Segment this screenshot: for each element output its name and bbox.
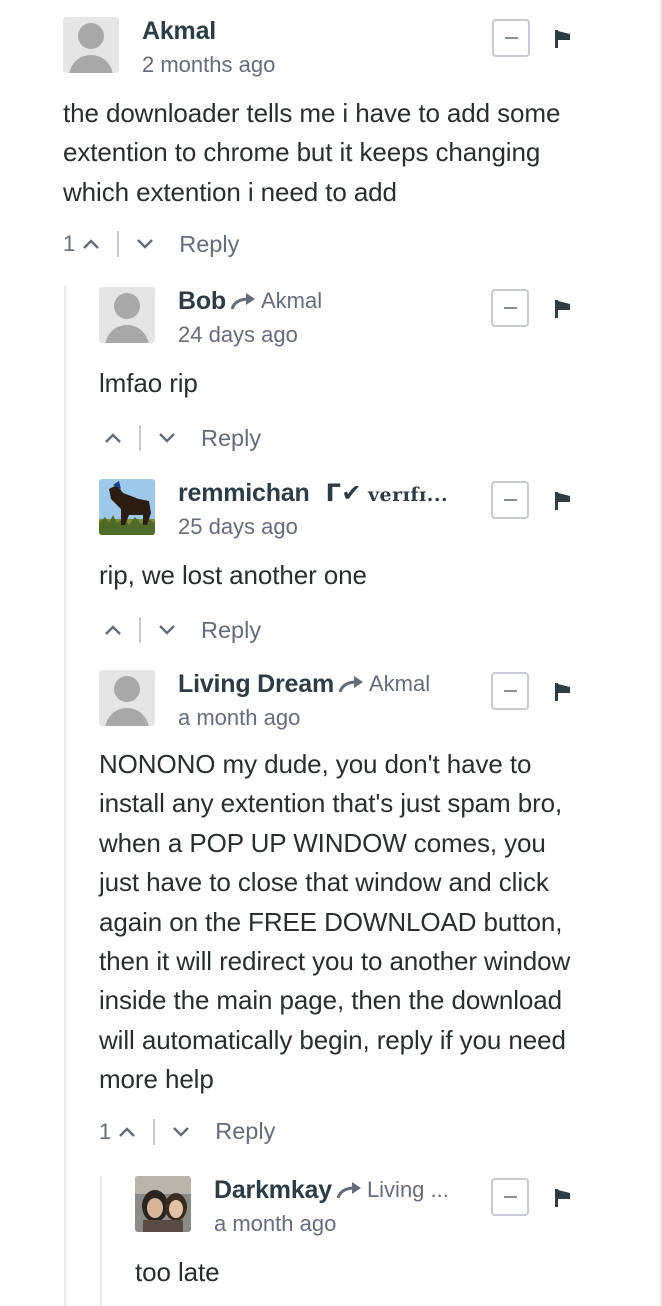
comment-text: the downloader tells me i have to add so… xyxy=(63,98,561,207)
comment-timestamp[interactable]: a month ago xyxy=(178,705,430,731)
downvote-icon[interactable] xyxy=(173,1126,190,1137)
downvote-icon[interactable] xyxy=(159,433,175,444)
comment-author[interactable]: Bob xyxy=(178,287,226,316)
minus-icon xyxy=(504,499,517,501)
comment-living-dream: Living Dream Akmal a month ago NONONO my… xyxy=(99,670,599,1152)
comment-text: rip, we lost another one xyxy=(99,560,367,590)
collapse-button[interactable] xyxy=(492,19,530,57)
comment-akmal: Akmal 2 months ago the downloader tells … xyxy=(63,17,583,264)
comment-timestamp[interactable]: a month ago xyxy=(214,1211,449,1237)
collapse-button[interactable] xyxy=(491,289,529,327)
avatar[interactable] xyxy=(63,17,119,73)
vote-separator xyxy=(153,1118,156,1145)
downvote-icon[interactable] xyxy=(159,625,175,636)
reply-arrow-icon xyxy=(338,676,363,693)
avatar[interactable] xyxy=(99,287,155,343)
verified-badge: Γ✔ verɪfɪ... xyxy=(325,479,449,507)
collapse-button[interactable] xyxy=(491,1178,529,1216)
avatar[interactable] xyxy=(99,670,155,726)
parent-author[interactable]: Living ... xyxy=(367,1177,449,1203)
comment-bob: Bob Akmal 24 days ago lmfao rip Reply xyxy=(99,287,583,458)
comment-darkmkay: Darkmkay Living ... a month ago too late xyxy=(135,1176,583,1292)
thread-line-level-2 xyxy=(100,1176,102,1306)
upvote-icon[interactable] xyxy=(105,625,121,636)
minus-icon xyxy=(504,307,517,309)
thread-line-level-1 xyxy=(64,286,66,1306)
comment-text: NONONO my dude, you don't have to instal… xyxy=(99,749,571,1095)
reply-link[interactable]: Reply xyxy=(201,425,261,452)
collapse-button[interactable] xyxy=(491,481,529,519)
reply-arrow-icon xyxy=(336,1182,361,1199)
upvote-icon[interactable] xyxy=(105,433,121,444)
comment-author[interactable]: remmichan xyxy=(178,479,310,508)
parent-author[interactable]: Akmal xyxy=(261,288,322,314)
vote-count: 1 xyxy=(63,231,76,257)
reply-link[interactable]: Reply xyxy=(179,231,239,258)
comment-text: too late xyxy=(135,1257,220,1287)
avatar[interactable] xyxy=(135,1176,191,1232)
comment-author[interactable]: Darkmkay xyxy=(214,1176,332,1205)
upvote-icon[interactable] xyxy=(83,239,100,250)
comment-author[interactable]: Living Dream xyxy=(178,670,334,699)
flag-icon[interactable] xyxy=(555,683,571,701)
reply-link[interactable]: Reply xyxy=(201,617,261,644)
minus-icon xyxy=(505,37,518,39)
vote-count: 1 xyxy=(99,1118,112,1144)
flag-icon[interactable] xyxy=(555,492,571,510)
minus-icon xyxy=(504,690,517,692)
flag-icon[interactable] xyxy=(555,300,571,318)
flag-icon[interactable] xyxy=(555,1189,571,1207)
comment-text: lmfao rip xyxy=(99,368,198,398)
vote-separator xyxy=(117,231,120,258)
comment-remmichan: remmichan Γ✔ verɪfɪ... 25 days ago rip, w… xyxy=(99,479,583,650)
comment-timestamp[interactable]: 24 days ago xyxy=(178,322,322,348)
avatar[interactable] xyxy=(99,479,155,535)
upvote-icon[interactable] xyxy=(119,1126,136,1137)
collapse-button[interactable] xyxy=(491,672,529,710)
comment-author[interactable]: Akmal xyxy=(142,17,216,46)
flag-icon[interactable] xyxy=(555,30,571,48)
reply-arrow-icon xyxy=(231,293,255,310)
minus-icon xyxy=(504,1196,517,1198)
comment-timestamp[interactable]: 2 months ago xyxy=(142,52,275,78)
vote-separator xyxy=(139,617,141,644)
downvote-icon[interactable] xyxy=(137,239,154,249)
comment-timestamp[interactable]: 25 days ago xyxy=(178,514,448,540)
parent-author[interactable]: Akmal xyxy=(369,671,430,697)
reply-link[interactable]: Reply xyxy=(215,1118,275,1145)
vote-separator xyxy=(139,425,141,452)
